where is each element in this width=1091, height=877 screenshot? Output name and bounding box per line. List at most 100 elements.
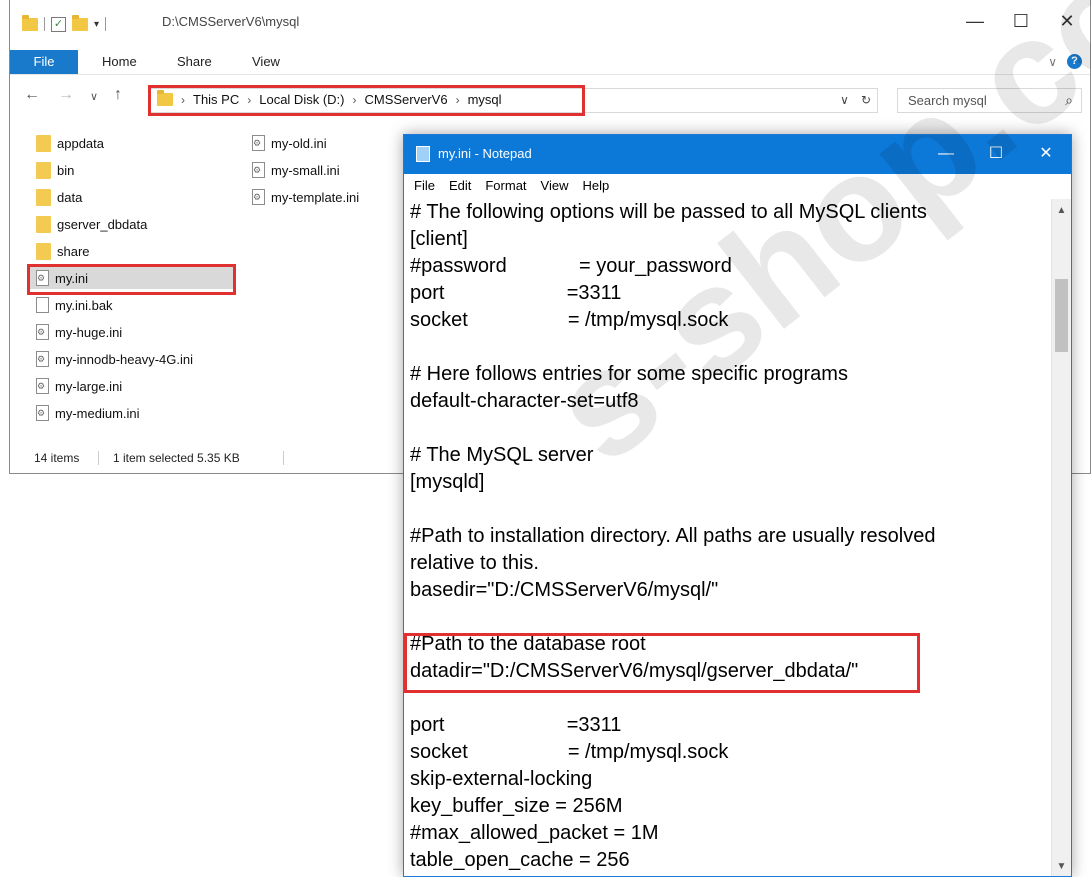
text-line: socket = /tmp/mysql.sock [410,741,729,763]
text-line: # The following options will be passed t… [410,201,927,223]
folder-icon [36,215,51,233]
list-item[interactable]: my-medium.ini [36,402,140,424]
tab-home[interactable]: Home [102,50,137,74]
config-file-icon [252,162,265,178]
search-icon[interactable]: ⌕ [1065,92,1073,109]
config-file-icon [252,189,265,205]
folder-icon [36,134,51,152]
file-name: my-small.ini [271,162,340,178]
file-name: my.ini.bak [55,297,113,313]
list-item[interactable]: appdata [36,132,104,154]
list-item[interactable]: my-innodb-heavy-4G.ini [36,348,193,370]
file-name: my-huge.ini [55,324,123,340]
menu-format[interactable]: Format [485,174,526,198]
datadir-highlight [404,633,920,693]
folder-icon [22,14,38,31]
list-item[interactable]: my-huge.ini [36,321,122,343]
file-name: my-innodb-heavy-4G.ini [55,351,194,367]
notepad-window: my.ini - Notepad — ☐ ✕ File Edit Format … [403,134,1072,877]
text-line: port =3311 [410,282,622,304]
config-file-icon [36,405,49,421]
text-line: default-character-set=utf8 [410,390,639,412]
text-line: skip-external-locking [410,768,593,790]
list-item[interactable]: gserver_dbdata [36,213,147,235]
maximize-button[interactable]: ☐ [998,0,1044,42]
recent-locations-icon[interactable]: ∨ [90,90,98,103]
notepad-titlebar: my.ini - Notepad — ☐ ✕ [404,135,1071,174]
text-line: # The MySQL server [410,444,594,466]
text-line: #max_allowed_packet = 1M [410,822,659,844]
properties-icon[interactable]: ✓ [51,16,66,32]
selection-info: 1 item selected 5.35 KB [113,451,240,465]
text-line: #password = your_password [410,255,732,277]
tab-file[interactable]: File [10,50,78,74]
folder-icon [36,242,51,260]
list-item[interactable]: my.ini.bak [36,294,113,316]
file-highlight [27,264,236,295]
config-file-icon [36,378,49,394]
minimize-button[interactable]: — [921,135,971,174]
tab-view[interactable]: View [252,50,280,74]
close-button[interactable]: ✕ [1044,0,1090,42]
list-item[interactable]: my-small.ini [252,159,340,181]
text-line: table_open_cache = 256 [410,849,630,871]
file-name: gserver_dbdata [57,216,148,232]
text-line: basedir="D:/CMSServerV6/mysql/" [410,579,719,601]
refresh-icon[interactable]: ↻ [861,93,871,107]
close-button[interactable]: ✕ [1021,135,1071,174]
list-item[interactable]: share [36,240,90,262]
config-file-icon [252,135,265,151]
help-icon[interactable]: ? [1067,54,1082,69]
file-name: bin [57,162,75,178]
new-folder-icon[interactable] [72,14,88,31]
minimize-button[interactable]: — [952,0,998,42]
breadcrumb-highlight [148,85,585,116]
menu-edit[interactable]: Edit [449,174,471,198]
notepad-icon [416,146,430,162]
list-item[interactable]: data [36,186,82,208]
window-title: D:\CMSServerV6\mysql [162,14,300,29]
scrollbar-thumb[interactable] [1055,279,1068,352]
text-line [410,496,1050,523]
ribbon-right: ∨ ? [1048,54,1082,69]
address-dropdown-icon[interactable]: ∨ [840,93,849,107]
scroll-down-icon[interactable]: ▼ [1052,861,1071,872]
forward-arrow-icon[interactable]: → [58,86,74,104]
menu-file[interactable]: File [414,174,435,198]
vertical-scrollbar[interactable]: ▲ ▼ [1051,199,1071,876]
list-item[interactable]: my-large.ini [36,375,122,397]
text-line: socket = /tmp/mysql.sock [410,309,729,331]
notepad-menu-bar: File Edit Format View Help [404,174,1071,198]
expand-ribbon-icon[interactable]: ∨ [1048,55,1057,69]
quick-access-toolbar: ✓ ▾ [22,14,107,34]
menu-view[interactable]: View [541,174,569,198]
tab-share[interactable]: Share [177,50,212,74]
divider [98,451,99,465]
file-name: my-large.ini [55,378,123,394]
scroll-up-icon[interactable]: ▲ [1052,205,1071,216]
file-name: my-medium.ini [55,405,140,421]
search-input[interactable] [906,92,1050,109]
list-item[interactable]: my-template.ini [252,186,359,208]
menu-help[interactable]: Help [582,174,609,198]
item-count: 14 items [34,451,80,465]
list-item[interactable]: my-old.ini [252,132,327,154]
text-line [410,415,1050,442]
text-line: port =3311 [410,714,622,736]
folder-icon [36,188,51,206]
customize-toolbar-icon[interactable]: ▾ [94,19,99,30]
window-controls: — ☐ ✕ [952,0,1090,42]
text-line: key_buffer_size = 256M [410,795,623,817]
text-line: relative to this. [410,552,539,574]
divider [283,451,284,465]
list-item[interactable]: bin [36,159,74,181]
up-arrow-icon[interactable]: ↑ [114,86,122,104]
search-box[interactable]: ⌕ [897,88,1082,113]
back-arrow-icon[interactable]: ← [24,86,40,104]
notepad-title: my.ini - Notepad [438,146,532,161]
config-file-icon [36,351,49,367]
text-editor[interactable]: # The following options will be passed t… [410,199,1050,877]
text-line: [mysqld] [410,471,485,493]
maximize-button[interactable]: ☐ [971,135,1021,174]
file-icon [36,297,49,313]
